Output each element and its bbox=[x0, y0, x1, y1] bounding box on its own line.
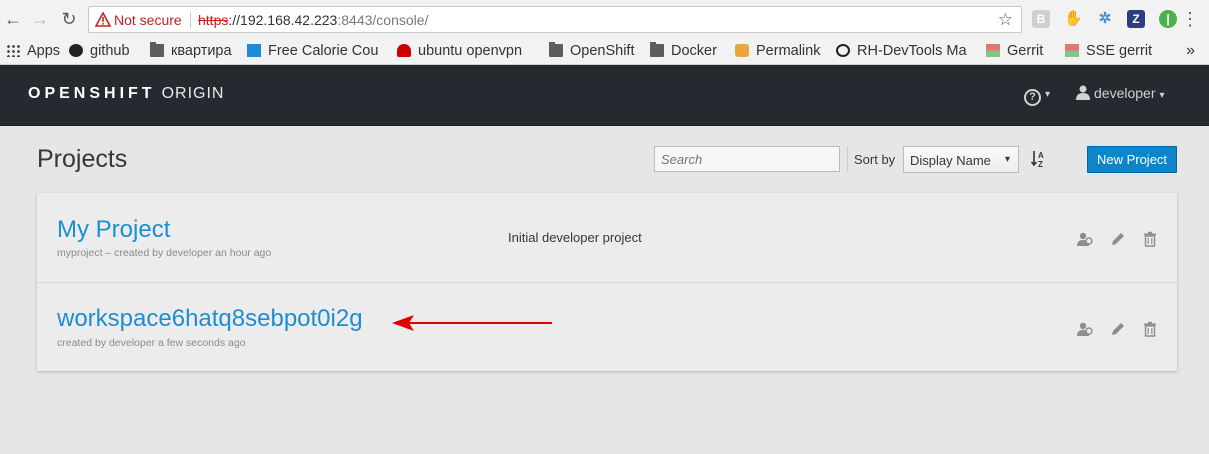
svg-text:A: A bbox=[1038, 151, 1044, 160]
masthead: OPENSHIFT ORIGIN ? ▾ developer ▾ bbox=[0, 65, 1209, 126]
user-menu[interactable]: developer ▾ bbox=[1076, 85, 1165, 101]
bookmark-label: Apps bbox=[27, 43, 61, 59]
annotation-arrow-icon bbox=[392, 315, 552, 331]
github-icon bbox=[69, 44, 83, 57]
bookmark-label: github bbox=[90, 43, 130, 59]
bookmark-github[interactable]: github bbox=[69, 41, 141, 61]
omnibox-divider bbox=[190, 12, 191, 28]
bookmark-apps[interactable]: Apps bbox=[6, 41, 62, 61]
page-title: Projects bbox=[37, 145, 128, 173]
bookmark-ubuntu-openvpn[interactable]: ubuntu openvpn bbox=[397, 41, 537, 61]
brand-openshift: OPENSHIFT bbox=[28, 85, 156, 102]
list-item: workspace6hatq8sebpot0i2g created by dev… bbox=[37, 282, 1177, 371]
folder-icon bbox=[650, 42, 664, 57]
security-status[interactable]: Not secure bbox=[114, 12, 182, 28]
search-input[interactable] bbox=[654, 146, 840, 172]
extension-reader-icon[interactable]: B bbox=[1032, 10, 1050, 28]
sort-direction-icon[interactable]: A Z bbox=[1030, 150, 1046, 169]
bookmark-label: OpenShift bbox=[570, 43, 635, 59]
apps-grid-icon bbox=[6, 44, 20, 57]
sort-select-value: Display Name bbox=[910, 153, 991, 168]
delete-trash-icon[interactable] bbox=[1142, 231, 1158, 247]
chevron-down-icon: ▾ bbox=[1004, 154, 1010, 165]
chevron-down-icon: ▾ bbox=[1159, 90, 1165, 101]
url-path: :8443/console/ bbox=[337, 12, 429, 28]
browser-toolbar: ← → ↻ Not secure https://192.168.42.223:… bbox=[0, 0, 1209, 38]
list-item: My Project myproject – created by develo… bbox=[37, 193, 1177, 282]
bookmark-star-icon[interactable]: ☆ bbox=[998, 10, 1013, 30]
bookmark-label: квартира bbox=[171, 43, 232, 59]
edit-pencil-icon[interactable] bbox=[1110, 231, 1126, 247]
new-project-button[interactable]: New Project bbox=[1087, 146, 1177, 173]
sort-select[interactable]: Display Name ▾ bbox=[903, 146, 1019, 173]
url-text[interactable]: https://192.168.42.223:8443/console/ bbox=[198, 12, 428, 28]
bookmark-kvartira[interactable]: квартира bbox=[150, 41, 238, 61]
bookmark-rh-devtools[interactable]: RH-DevTools Ma bbox=[836, 41, 976, 61]
reload-icon[interactable]: ↻ bbox=[58, 8, 80, 30]
project-meta: myproject – created by developer an hour… bbox=[57, 247, 272, 259]
browser-menu-icon[interactable]: ⋮ bbox=[1181, 9, 1199, 29]
devtools-icon bbox=[836, 44, 850, 57]
project-name-link[interactable]: workspace6hatq8sebpot0i2g bbox=[57, 305, 363, 333]
user-icon bbox=[1076, 85, 1090, 100]
extension-gnome-icon[interactable]: ✋ bbox=[1064, 10, 1083, 28]
project-name-link[interactable]: My Project bbox=[57, 216, 170, 244]
gerrit-icon bbox=[1065, 44, 1079, 57]
bookmark-label: ubuntu openvpn bbox=[418, 43, 523, 59]
username: developer bbox=[1094, 85, 1156, 101]
warning-icon bbox=[95, 12, 111, 27]
folder-icon bbox=[150, 42, 164, 57]
project-description: Initial developer project bbox=[508, 230, 642, 245]
bookmark-free-calorie[interactable]: Free Calorie Cou bbox=[247, 41, 387, 61]
membership-icon[interactable] bbox=[1077, 321, 1093, 337]
help-icon: ? bbox=[1024, 89, 1041, 106]
bookmark-label: RH-DevTools Ma bbox=[857, 43, 967, 59]
delete-trash-icon[interactable] bbox=[1142, 321, 1158, 337]
project-list: My Project myproject – created by develo… bbox=[37, 193, 1177, 371]
url-scheme: https bbox=[198, 12, 229, 28]
forward-arrow-icon[interactable]: → bbox=[29, 8, 51, 30]
permalink-icon bbox=[735, 44, 749, 57]
help-menu[interactable]: ? ▾ bbox=[1024, 85, 1050, 106]
bookmark-permalink[interactable]: Permalink bbox=[735, 41, 827, 61]
toolbar-divider bbox=[847, 146, 848, 172]
bookmark-label: Permalink bbox=[756, 43, 821, 59]
project-meta: created by developer a few seconds ago bbox=[57, 337, 246, 349]
brand-origin: ORIGIN bbox=[161, 85, 225, 102]
calorie-icon bbox=[247, 44, 261, 57]
bookmark-docker[interactable]: Docker bbox=[650, 41, 726, 61]
extension-green-icon[interactable]: | bbox=[1159, 10, 1177, 28]
bookmark-label: Free Calorie Cou bbox=[268, 43, 379, 59]
membership-icon[interactable] bbox=[1077, 231, 1093, 247]
folder-icon bbox=[549, 42, 563, 57]
extension-z-icon[interactable]: Z bbox=[1127, 10, 1145, 28]
bookmark-label: Docker bbox=[671, 43, 717, 59]
address-bar[interactable]: Not secure https://192.168.42.223:8443/c… bbox=[88, 6, 1022, 33]
bookmark-label: SSE gerrit bbox=[1086, 43, 1153, 59]
bookmark-sse-gerrit[interactable]: SSE gerrit bbox=[1065, 41, 1165, 61]
extension-gear-icon[interactable]: ✲ bbox=[1096, 10, 1114, 28]
more-bookmarks-chevron-icon[interactable]: » bbox=[1186, 41, 1195, 61]
gerrit-icon bbox=[986, 44, 1000, 57]
bookmark-gerrit[interactable]: Gerrit bbox=[986, 41, 1056, 61]
edit-pencil-icon[interactable] bbox=[1110, 321, 1126, 337]
redhat-icon bbox=[397, 44, 411, 57]
back-arrow-icon[interactable]: ← bbox=[2, 8, 24, 30]
svg-text:Z: Z bbox=[1038, 160, 1043, 168]
brand-logo[interactable]: OPENSHIFT ORIGIN bbox=[28, 85, 224, 103]
url-host: ://192.168.42.223 bbox=[228, 12, 338, 28]
bookmark-label: Gerrit bbox=[1007, 43, 1044, 59]
sort-by-label: Sort by bbox=[854, 152, 896, 167]
bookmarks-bar: Apps github квартира Free Calorie Cou ub… bbox=[0, 38, 1209, 65]
chevron-down-icon: ▾ bbox=[1045, 89, 1051, 100]
bookmark-openshift[interactable]: OpenShift bbox=[549, 41, 641, 61]
